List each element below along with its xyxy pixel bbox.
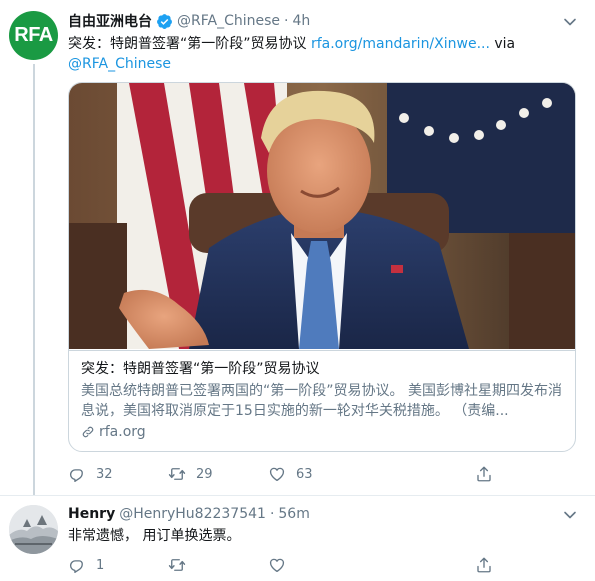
share-icon bbox=[477, 466, 491, 482]
tweet-actions: 32 29 63 bbox=[68, 464, 498, 484]
separator-dot: · bbox=[284, 13, 289, 29]
like-icon bbox=[269, 467, 285, 482]
retweet-count: 29 bbox=[196, 466, 213, 482]
share-icon bbox=[477, 557, 491, 573]
tweet-text: 非常遗憾， 用订单换选票。 bbox=[68, 528, 241, 544]
like-button[interactable]: 63 bbox=[268, 465, 368, 483]
like-button[interactable] bbox=[268, 556, 368, 574]
tweet-time[interactable]: 4h bbox=[292, 13, 310, 29]
tweet-header: 自由亚洲电台 @RFA_Chinese · 4h bbox=[68, 11, 310, 31]
reply-count: 1 bbox=[96, 557, 105, 573]
card-domain-text: rfa.org bbox=[99, 424, 146, 440]
reply-icon bbox=[69, 560, 83, 573]
author-name[interactable]: 自由亚洲电台 bbox=[68, 11, 152, 31]
reply-button[interactable]: 32 bbox=[68, 465, 168, 483]
like-count: 63 bbox=[296, 466, 313, 482]
avatar-logo-text: RFA bbox=[14, 24, 53, 46]
like-icon bbox=[269, 558, 285, 573]
author-handle[interactable]: @HenryHu82237541 bbox=[119, 506, 266, 522]
tweet-link[interactable]: rfa.org/mandarin/Xinwe... bbox=[311, 36, 490, 52]
verified-icon bbox=[156, 13, 173, 30]
avatar[interactable]: RFA bbox=[9, 11, 58, 60]
reply-button[interactable]: 1 bbox=[68, 556, 168, 574]
chevron-down-icon[interactable] bbox=[563, 14, 577, 28]
card-image[interactable] bbox=[69, 83, 576, 349]
share-button[interactable] bbox=[475, 465, 493, 483]
reply-icon bbox=[69, 469, 83, 482]
link-icon bbox=[82, 426, 94, 438]
tweet-text-via: via bbox=[489, 36, 516, 52]
avatar[interactable] bbox=[9, 505, 58, 554]
card-body[interactable]: 突发：特朗普签署“第一阶段”贸易协议 美国总统特朗普已签署两国的“第一阶段”贸易… bbox=[69, 350, 575, 451]
separator-dot: · bbox=[269, 506, 275, 522]
reply-count: 32 bbox=[96, 466, 113, 482]
card-title: 突发：特朗普签署“第一阶段”贸易协议 bbox=[81, 361, 320, 377]
retweet-button[interactable] bbox=[168, 556, 268, 574]
card-domain: rfa.org bbox=[81, 424, 565, 440]
tweet-text-main: 突发：特朗普签署“第一阶段”贸易协议 bbox=[68, 36, 311, 52]
author-handle[interactable]: @RFA_Chinese bbox=[177, 13, 280, 29]
retweet-icon bbox=[168, 559, 186, 571]
tweet-header: Henry @HenryHu82237541 · 56m bbox=[68, 504, 310, 524]
tweet-actions: 1 bbox=[68, 555, 498, 575]
link-card[interactable]: 突发：特朗普签署“第一阶段”贸易协议 美国总统特朗普已签署两国的“第一阶段”贸易… bbox=[68, 82, 576, 452]
card-description: 美国总统特朗普已签署两国的“第一阶段”贸易协议。 美国彭博社星期四发布消息说，美… bbox=[81, 383, 562, 419]
tweet-time[interactable]: 56m bbox=[278, 506, 309, 522]
retweet-button[interactable]: 29 bbox=[168, 465, 268, 483]
retweet-icon bbox=[168, 468, 186, 480]
tweet-mention[interactable]: @RFA_Chinese bbox=[68, 56, 171, 72]
share-button[interactable] bbox=[475, 556, 493, 574]
chevron-down-icon[interactable] bbox=[563, 507, 577, 521]
author-name[interactable]: Henry bbox=[68, 506, 115, 522]
tweet-text: 突发：特朗普签署“第一阶段”贸易协议 rfa.org/mandarin/Xinw… bbox=[68, 34, 568, 74]
thread-line bbox=[33, 64, 35, 495]
tweet-rfa[interactable]: RFA 自由亚洲电台 @RFA_Chinese · 4h 突发：特朗普签署“第一… bbox=[0, 0, 595, 495]
